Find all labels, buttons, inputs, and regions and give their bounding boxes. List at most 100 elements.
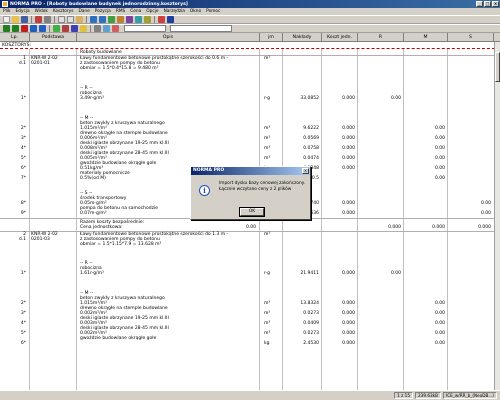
section-estimate[interactable]: KOSZTORYS: — [0, 42, 500, 49]
line-m: 0.00 — [434, 321, 445, 326]
separator — [90, 25, 91, 32]
line-qty: 2.4530 — [303, 341, 319, 346]
table-icon[interactable] — [117, 16, 124, 23]
pos2-desc: obmiar = 1.5*1.15*7.9 = 13.628 m³ — [80, 242, 162, 247]
paste-icon[interactable] — [76, 16, 83, 23]
calc-icon[interactable] — [108, 16, 115, 23]
star-icon[interactable] — [80, 25, 87, 32]
pos1-lp-sub: d.1 — [18, 61, 26, 66]
line-unit: m³ — [264, 126, 271, 131]
col-quantity[interactable]: Nakłady — [283, 33, 322, 42]
pos1-unit: m³ — [264, 56, 271, 61]
col-m[interactable]: M — [404, 33, 448, 42]
summary-m: 0.000 — [432, 225, 445, 230]
menu-position[interactable]: Pozycja — [95, 9, 111, 14]
vertical-scrollbar[interactable] — [494, 42, 500, 390]
redo-icon[interactable] — [99, 16, 106, 23]
save-icon[interactable] — [21, 16, 28, 23]
level-select[interactable] — [124, 25, 166, 32]
col-basis[interactable]: Podstawa — [30, 33, 77, 42]
line-m: 0.00 — [434, 301, 445, 306]
line-price: 0.000 — [342, 341, 355, 346]
line-desc: gwoździe budowlane okrągłe gołe — [80, 336, 157, 341]
line-lp: 4* — [20, 146, 26, 151]
s-icon[interactable] — [71, 25, 78, 32]
r-icon[interactable] — [53, 25, 60, 32]
line-unit: m³ — [264, 156, 271, 161]
new-icon[interactable] — [3, 16, 10, 23]
col-s[interactable]: S — [448, 33, 494, 42]
window-title: NORMA PRO - [Roboty budowlane budynek je… — [10, 1, 188, 7]
line-norm: 0.5%(od M) — [80, 176, 106, 181]
view-select[interactable] — [170, 25, 232, 32]
separator — [49, 25, 50, 32]
menu-help[interactable]: Pomoc — [206, 9, 220, 14]
line-price: 0.000 — [342, 331, 355, 336]
print-icon[interactable] — [35, 16, 42, 23]
menu-tools[interactable]: Narzędzia — [164, 9, 185, 14]
line-price: 0.000 — [342, 166, 355, 171]
col-unit[interactable]: jm — [260, 33, 283, 42]
m-icon[interactable] — [62, 25, 69, 32]
menu-estimate[interactable]: Kosztorys — [53, 9, 74, 14]
info-icon: i — [199, 185, 210, 196]
line-unit: m³ — [264, 321, 271, 326]
down-icon[interactable] — [39, 25, 46, 32]
menu-edit[interactable]: Edycja — [15, 9, 29, 14]
filter-icon[interactable] — [94, 25, 101, 32]
line-unit: m³ — [264, 136, 271, 141]
mark-icon[interactable] — [112, 25, 119, 32]
copy-icon[interactable] — [67, 16, 74, 23]
line-price: 0.000 — [342, 136, 355, 141]
col-unit-cost[interactable]: Koszt jedn. — [322, 33, 358, 42]
grid-line — [447, 49, 448, 390]
summary-unit-price: Cena jednostkowa: — [80, 225, 123, 230]
separator — [86, 16, 87, 23]
add-icon[interactable] — [3, 25, 10, 32]
undo-icon[interactable] — [90, 16, 97, 23]
chart-icon[interactable] — [126, 16, 133, 23]
window-titlebar: NORMA PRO - [Roboty budowlane budynek je… — [0, 0, 500, 8]
menu-window[interactable]: Okno — [190, 9, 201, 14]
cut-icon[interactable] — [58, 16, 65, 23]
ok-button[interactable]: OK — [239, 207, 265, 217]
sum-icon[interactable] — [144, 16, 151, 23]
line-price: 0.000 — [342, 156, 355, 161]
summary-s: 0.000 — [478, 225, 491, 230]
line-r: 0.00 — [390, 271, 401, 276]
menu-file[interactable]: Plik — [3, 9, 10, 14]
minimize-button[interactable]: _ — [476, 1, 483, 7]
delete-icon[interactable] — [158, 16, 165, 23]
line-qty: 0.0569 — [303, 136, 319, 141]
remove-icon[interactable] — [21, 25, 28, 32]
dialog-close-button[interactable]: × — [302, 168, 309, 174]
preview-icon[interactable] — [44, 16, 51, 23]
grid-line — [76, 49, 77, 390]
up-icon[interactable] — [30, 25, 37, 32]
line-qty: 0.0273 — [303, 331, 319, 336]
line-qty: 9.6222 — [303, 126, 319, 131]
col-lp[interactable]: Lp. — [0, 33, 30, 42]
menu-price[interactable]: Cena — [130, 9, 141, 14]
dialog-title: NORMA PRO — [191, 167, 310, 175]
menu-view[interactable]: Widok — [35, 9, 48, 14]
scrollbar-thumb[interactable] — [495, 52, 500, 82]
status-bar: 1 z 15 239.63kB ICE_w/RR_b_(NeoDB...) — [0, 390, 500, 400]
close-window-button[interactable]: × — [492, 1, 499, 7]
maximize-button[interactable]: □ — [484, 1, 491, 7]
col-r[interactable]: R — [358, 33, 404, 42]
help-icon[interactable] — [167, 16, 174, 23]
section-colon: : — [29, 43, 32, 48]
insert-icon[interactable] — [12, 25, 19, 32]
level-icon[interactable] — [103, 25, 110, 32]
menu-rms[interactable]: RMS — [116, 9, 125, 14]
open-icon[interactable] — [12, 16, 19, 23]
menu-data[interactable]: Dane — [78, 9, 89, 14]
menu-options[interactable]: Opcje — [146, 9, 158, 14]
line-qty: 13.8324 — [300, 301, 319, 306]
line-lp: 9* — [20, 211, 26, 216]
col-description[interactable]: Opis — [77, 33, 260, 42]
find-icon[interactable] — [135, 16, 142, 23]
toolbar-main — [0, 15, 500, 24]
line-m: 0.00 — [434, 126, 445, 131]
